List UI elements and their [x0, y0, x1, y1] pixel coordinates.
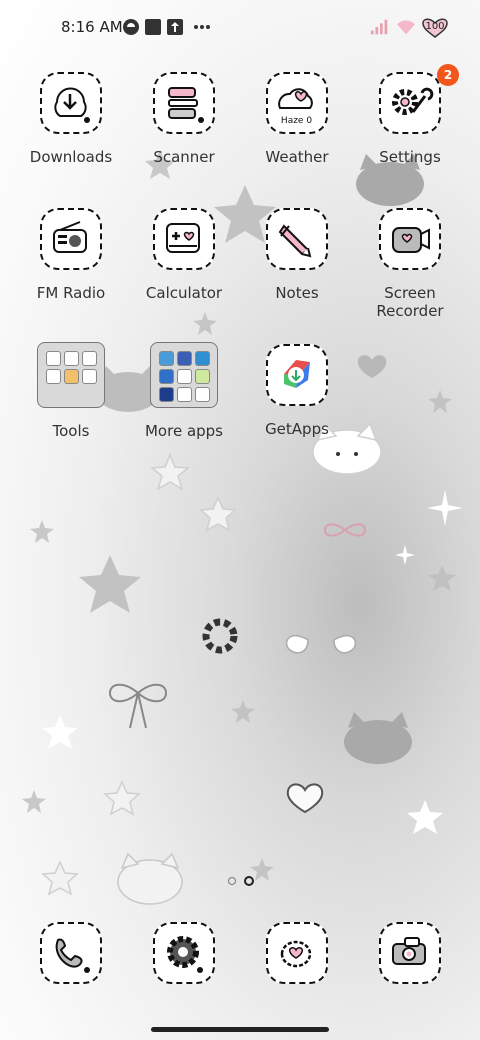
gesture-bar[interactable] — [151, 1027, 329, 1032]
battery-icon: 100 — [422, 17, 448, 39]
page-dot-active[interactable] — [244, 876, 254, 886]
app-label: GetApps — [265, 420, 329, 438]
notification-badge: 2 — [437, 64, 459, 86]
cat-decoration — [344, 712, 412, 764]
app-label: Downloads — [29, 148, 113, 166]
download-icon — [40, 72, 102, 134]
square-notification-icon — [145, 19, 161, 35]
calculator-icon — [153, 208, 215, 270]
phone-icon — [40, 922, 102, 984]
status-bar: 8:16 AM 100 — [0, 0, 480, 56]
app-notification-icon — [123, 19, 139, 35]
star-decoration — [199, 496, 237, 532]
dock-messages[interactable] — [129, 922, 239, 984]
mini-app-icon — [177, 351, 192, 366]
mini-app-icon — [159, 369, 174, 384]
camera-icon — [379, 922, 441, 984]
app-label: Calculator — [145, 284, 223, 302]
upload-notification-icon — [167, 19, 183, 35]
app-label: Scanner — [153, 148, 215, 166]
mini-app-icon — [177, 369, 192, 384]
app-weather[interactable]: Haze 0 Weather — [242, 72, 352, 166]
folder-icon — [37, 342, 105, 408]
gear-icon — [379, 72, 441, 134]
sparkle-decoration — [42, 715, 78, 749]
app-screen-recorder[interactable]: Screen Recorder — [355, 208, 465, 320]
mini-app-icon — [82, 351, 97, 366]
pencil-icon — [266, 208, 328, 270]
sparkle-decoration — [427, 490, 463, 526]
star-decoration — [22, 790, 46, 813]
dock-phone[interactable] — [16, 922, 126, 984]
more-notifications-icon — [194, 25, 210, 29]
mini-app-icon — [82, 369, 97, 384]
app-fm-radio[interactable]: FM Radio — [16, 208, 126, 302]
cat-decoration — [117, 852, 183, 905]
folder-tools[interactable]: Tools — [16, 342, 126, 440]
folder-icon — [150, 342, 218, 408]
app-scanner[interactable]: Scanner — [129, 72, 239, 166]
app-label: Weather — [265, 148, 329, 166]
star-decoration — [41, 860, 79, 896]
mini-app-icon — [46, 369, 61, 384]
app-label: Tools — [52, 422, 90, 440]
signal-icon — [370, 19, 388, 35]
mini-app-icon — [195, 351, 210, 366]
app-downloads[interactable]: Downloads — [16, 72, 126, 166]
wifi-icon — [396, 20, 416, 35]
weather-widget-text: Haze 0 — [280, 116, 313, 126]
dock-camera[interactable] — [355, 922, 465, 984]
mini-app-icon — [195, 369, 210, 384]
app-label: FM Radio — [36, 284, 106, 302]
scanner-icon — [153, 72, 215, 134]
mini-app-icon — [64, 351, 79, 366]
dock-browser[interactable] — [242, 922, 352, 984]
app-calculator[interactable]: Calculator — [129, 208, 239, 302]
page-indicator[interactable] — [228, 876, 254, 887]
star-decoration — [193, 312, 217, 335]
app-label: Screen Recorder — [376, 284, 444, 320]
star-decoration — [428, 565, 456, 591]
radio-icon — [40, 208, 102, 270]
mini-app-icon — [64, 369, 79, 384]
battery-level: 100 — [425, 21, 445, 32]
app-getapps[interactable]: GetApps — [242, 344, 352, 438]
sparkle-decoration — [407, 800, 443, 834]
page-dot[interactable] — [228, 877, 236, 885]
app-settings[interactable]: 2 Settings — [355, 64, 465, 166]
mini-app-icon — [159, 351, 174, 366]
sparkle-decoration — [395, 545, 415, 565]
star-decoration — [428, 390, 452, 413]
wings-decoration — [285, 634, 357, 654]
bow-decoration — [108, 523, 367, 729]
app-label: More apps — [144, 422, 223, 440]
browser-icon — [266, 922, 328, 984]
wreath-decoration — [202, 618, 238, 654]
mini-app-icon — [195, 387, 210, 402]
star-decoration — [150, 453, 190, 491]
star-decoration — [103, 780, 141, 816]
app-notes[interactable]: Notes — [242, 208, 352, 302]
messages-icon — [153, 922, 215, 984]
recorder-icon — [379, 208, 441, 270]
star-decoration — [30, 520, 54, 543]
folder-more-apps[interactable]: More apps — [129, 342, 239, 440]
mini-app-icon — [177, 387, 192, 402]
app-label: Settings — [379, 148, 441, 166]
mini-app-icon — [46, 351, 61, 366]
mini-app-icon — [159, 387, 174, 402]
star-decoration — [231, 700, 255, 723]
getapps-icon — [266, 344, 328, 406]
app-label: Notes — [275, 284, 319, 302]
weather-icon: Haze 0 — [266, 72, 328, 134]
status-time: 8:16 AM — [61, 18, 123, 36]
